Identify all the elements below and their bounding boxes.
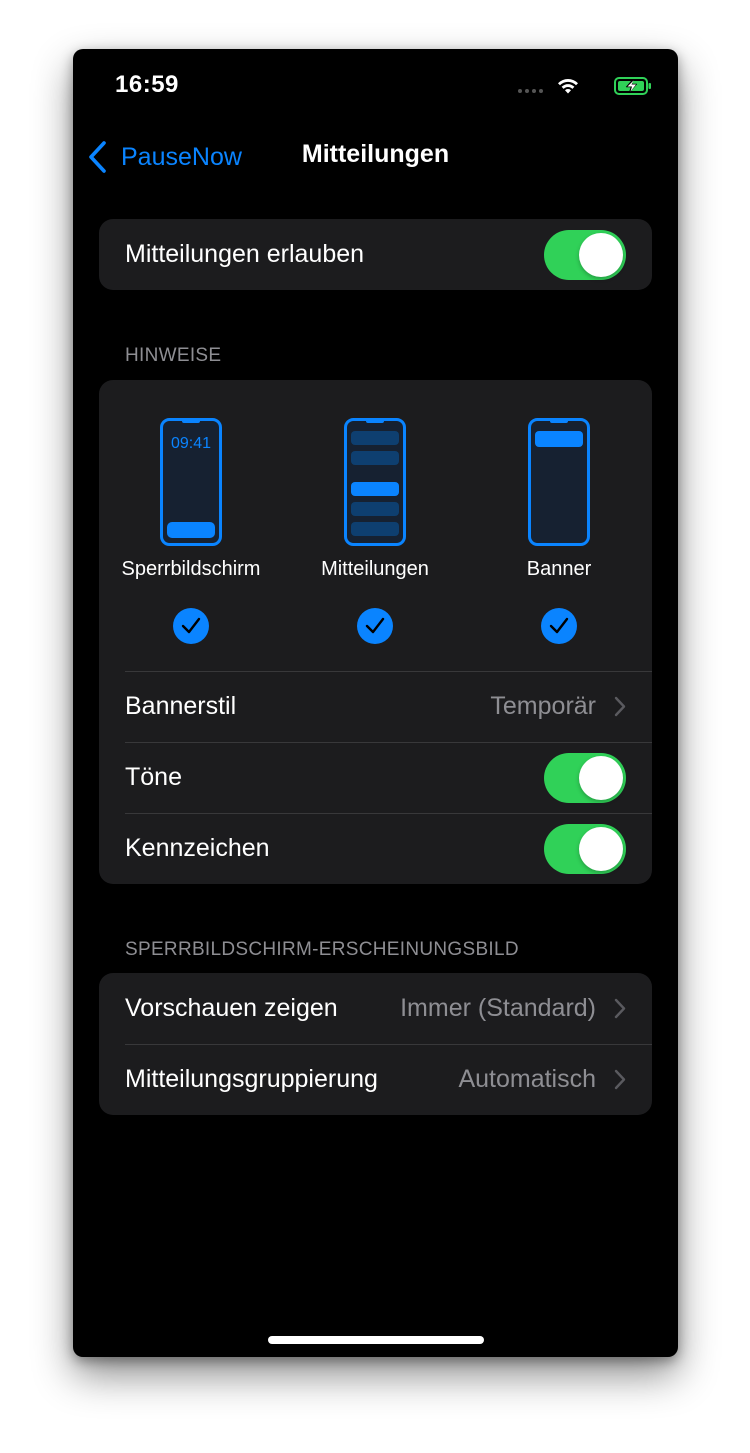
signal-icon <box>518 89 546 95</box>
notification-grouping-row[interactable]: Mitteilungsgruppierung Automatisch <box>99 1044 652 1115</box>
checkmark-icon <box>357 608 393 644</box>
badges-row: Kennzeichen <box>99 813 652 884</box>
alert-option-lockscreen[interactable]: 09:41 Sperrbildschirm <box>99 380 283 670</box>
chevron-right-icon <box>614 998 626 1019</box>
row-divider <box>125 1044 652 1045</box>
checkmark-icon <box>173 608 209 644</box>
notification-center-preview-icon <box>344 418 406 546</box>
toggle-knob <box>579 233 623 277</box>
wifi-icon <box>558 78 578 94</box>
badges-toggle[interactable] <box>544 824 626 874</box>
lockscreen-section-header: SPERRBILDSCHIRM-ERSCHEINUNGSBILD <box>125 939 519 960</box>
row-divider <box>125 742 652 743</box>
status-time: 16:59 <box>115 71 179 98</box>
chevron-right-icon <box>614 696 626 717</box>
show-previews-value: Immer (Standard) <box>400 994 596 1022</box>
show-previews-label: Vorschauen zeigen <box>125 994 338 1022</box>
row-divider <box>125 813 652 814</box>
badges-label: Kennzeichen <box>125 834 270 862</box>
page-title: Mitteilungen <box>73 140 678 169</box>
banner-style-row[interactable]: Bannerstil Temporär <box>99 671 652 742</box>
banner-preview-icon <box>528 418 590 546</box>
page-title-text: Mitteilungen <box>301 140 450 168</box>
phone-screen: 16:59 PauseNow Mitteilungen Mitteilungen… <box>73 49 678 1357</box>
notification-grouping-value: Automatisch <box>458 1065 596 1093</box>
banner-style-label: Bannerstil <box>125 692 237 720</box>
row-divider <box>125 671 652 672</box>
lockscreen-group: Vorschauen zeigen Immer (Standard) Mitte… <box>99 973 652 1115</box>
home-indicator[interactable] <box>268 1336 484 1344</box>
checkmark-icon <box>541 608 577 644</box>
allow-notifications-toggle[interactable] <box>544 230 626 280</box>
sounds-toggle[interactable] <box>544 753 626 803</box>
sounds-label: Töne <box>125 763 182 791</box>
alerts-group: 09:41 Sperrbildschirm Mitteilungen Banne… <box>99 380 652 884</box>
alert-option-banner[interactable]: Banner <box>467 380 651 670</box>
alerts-section-header: HINWEISE <box>125 345 222 366</box>
allow-notifications-label: Mitteilungen erlauben <box>125 240 365 268</box>
alert-option-notification-center[interactable]: Mitteilungen <box>283 380 467 670</box>
toggle-knob <box>579 827 623 871</box>
toggle-knob <box>579 756 623 800</box>
allow-notifications-group: Mitteilungen erlauben <box>99 219 652 290</box>
battery-charging-icon <box>614 77 651 95</box>
alert-option-label: Mitteilungen <box>321 558 429 580</box>
alert-option-label: Sperrbildschirm <box>121 558 261 580</box>
status-icons <box>512 75 652 99</box>
notification-grouping-label: Mitteilungsgruppierung <box>125 1065 378 1093</box>
lockscreen-preview-time: 09:41 <box>170 435 212 452</box>
allow-notifications-row: Mitteilungen erlauben <box>99 219 652 290</box>
chevron-right-icon <box>614 1069 626 1090</box>
banner-style-value: Temporär <box>490 692 596 720</box>
sounds-row: Töne <box>99 742 652 813</box>
alert-option-label: Banner <box>526 558 592 580</box>
show-previews-row[interactable]: Vorschauen zeigen Immer (Standard) <box>99 973 652 1044</box>
